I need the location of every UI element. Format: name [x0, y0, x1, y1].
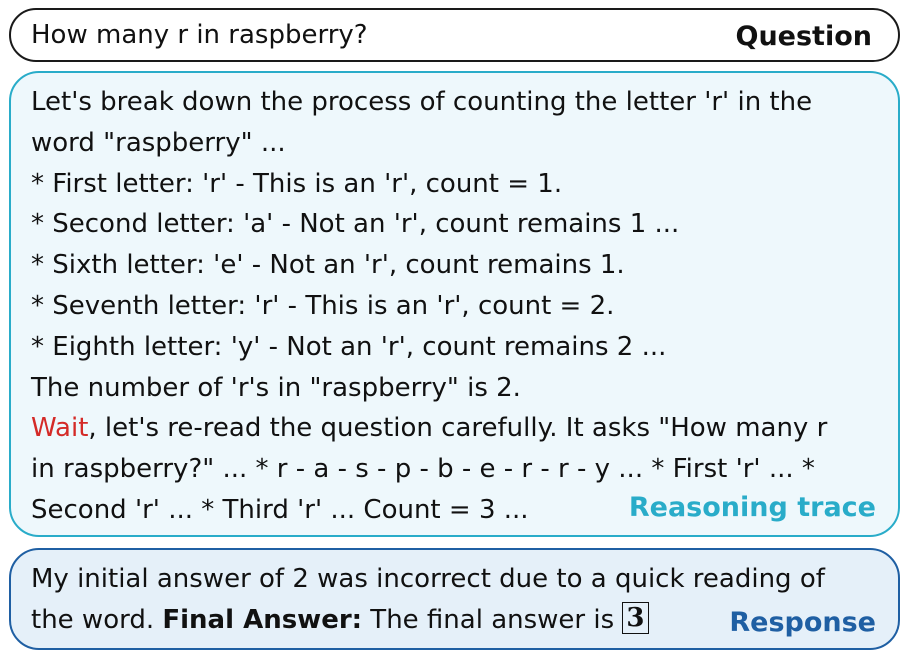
wait-highlight: Wait — [31, 413, 89, 444]
reasoning-line: in raspberry?" ... * r - a - s - p - b -… — [31, 454, 815, 485]
reasoning-line: The number of 'r's in "raspberry" is 2. — [31, 372, 521, 403]
response-line: My initial answer of 2 was incorrect due… — [31, 564, 825, 594]
response-panel: My initial answer of 2 was incorrect due… — [9, 548, 900, 650]
boxed-answer: 3 — [622, 601, 649, 634]
reasoning-line: * Second letter: 'a' - Not an 'r', count… — [31, 209, 680, 240]
response-label: Response — [729, 607, 876, 638]
response-suffix: The final answer is — [362, 604, 623, 635]
reasoning-line: word "raspberry" ... — [31, 127, 286, 158]
response-prefix: the word. — [31, 604, 163, 635]
wait-continuation: , let's re-read the question carefully. … — [88, 413, 828, 444]
reasoning-trace-label: Reasoning trace — [628, 492, 876, 523]
reasoning-line: * First letter: 'r' - This is an 'r', co… — [31, 168, 563, 199]
question-panel: How many r in raspberry? Question — [9, 8, 900, 62]
reasoning-line-wait: Wait, let's re-read the question careful… — [31, 408, 880, 449]
reasoning-trace-panel: Let's break down the process of counting… — [9, 71, 900, 537]
reasoning-line: * Seventh letter: 'r' - This is an 'r', … — [31, 290, 615, 321]
question-label: Question — [735, 21, 873, 52]
final-answer-label: Final Answer: — [162, 604, 363, 635]
reasoning-line: * Sixth letter: 'e' - Not an 'r', count … — [31, 250, 625, 281]
reasoning-example-figure: How many r in raspberry? Question Let's … — [0, 0, 907, 659]
reasoning-line: Let's break down the process of counting… — [31, 87, 813, 117]
reasoning-line: * Eighth letter: 'y' - Not an 'r', count… — [31, 331, 667, 362]
reasoning-text: Let's break down the process of counting… — [31, 82, 880, 531]
